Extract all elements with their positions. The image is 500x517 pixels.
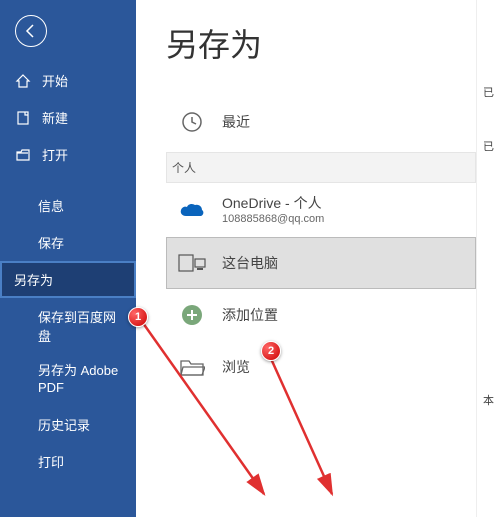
right-edge-panel: 已 已 本 (476, 0, 500, 517)
nav-new[interactable]: 新建 (0, 99, 136, 136)
clock-icon (172, 107, 212, 137)
location-recent[interactable]: 最近 (166, 96, 476, 148)
nav-save[interactable]: 保存 (0, 224, 136, 261)
location-label: 添加位置 (222, 306, 278, 324)
location-list: 最近 个人 OneDrive - 个人 108885868@qq.com 这台电… (166, 96, 476, 393)
nav-save-as[interactable]: 另存为 (0, 261, 136, 298)
nav-label: 信息 (38, 196, 64, 215)
location-onedrive[interactable]: OneDrive - 个人 108885868@qq.com (166, 183, 476, 237)
location-label: 最近 (222, 113, 250, 131)
location-browse[interactable]: 浏览 (166, 341, 476, 393)
nav-save-adobe-pdf[interactable]: 另存为 Adobe PDF (0, 354, 136, 406)
home-icon (14, 72, 32, 90)
location-label: 这台电脑 (222, 254, 278, 272)
edge-text: 本 (477, 388, 500, 412)
nav-label: 打开 (42, 145, 68, 164)
nav-label: 另存为 (14, 270, 53, 289)
nav-label: 开始 (42, 71, 68, 90)
nav-open[interactable]: 打开 (0, 136, 136, 173)
annotation-callout-1: 1 (128, 307, 148, 327)
folder-icon (172, 352, 212, 382)
pc-icon (172, 248, 212, 278)
nav-print[interactable]: 打印 (0, 443, 136, 480)
main-panel: 另存为 最近 个人 OneDrive - 个人 108885868@qq.com… (136, 0, 486, 517)
nav-label: 新建 (42, 108, 68, 127)
nav-label: 另存为 Adobe PDF (38, 363, 122, 397)
nav-home[interactable]: 开始 (0, 62, 136, 99)
nav-label: 历史记录 (38, 415, 90, 434)
sidebar: 开始 新建 打开 信息 保存 另存为 保存到百度网盘 另存为 Adobe PDF… (0, 0, 136, 517)
location-label: 浏览 (222, 358, 250, 376)
page-title: 另存为 (166, 20, 476, 66)
location-this-pc[interactable]: 这台电脑 (166, 237, 476, 289)
back-button[interactable] (15, 15, 47, 47)
open-folder-icon (14, 146, 32, 164)
location-add[interactable]: 添加位置 (166, 289, 476, 341)
cloud-icon (172, 195, 212, 225)
nav-label: 保存到百度网盘 (38, 307, 122, 345)
location-label: OneDrive - 个人 108885868@qq.com (222, 194, 324, 226)
nav-label: 打印 (38, 452, 64, 471)
edge-text: 已 (477, 134, 500, 158)
annotation-callout-2: 2 (261, 341, 281, 361)
nav-label: 保存 (38, 233, 64, 252)
nav-info[interactable]: 信息 (0, 187, 136, 224)
nav-save-baidu[interactable]: 保存到百度网盘 (0, 298, 136, 354)
nav-history[interactable]: 历史记录 (0, 406, 136, 443)
new-icon (14, 109, 32, 127)
edge-text: 已 (477, 80, 500, 104)
arrow-left-icon (23, 23, 39, 39)
personal-section-header: 个人 (166, 152, 476, 183)
plus-icon (172, 300, 212, 330)
